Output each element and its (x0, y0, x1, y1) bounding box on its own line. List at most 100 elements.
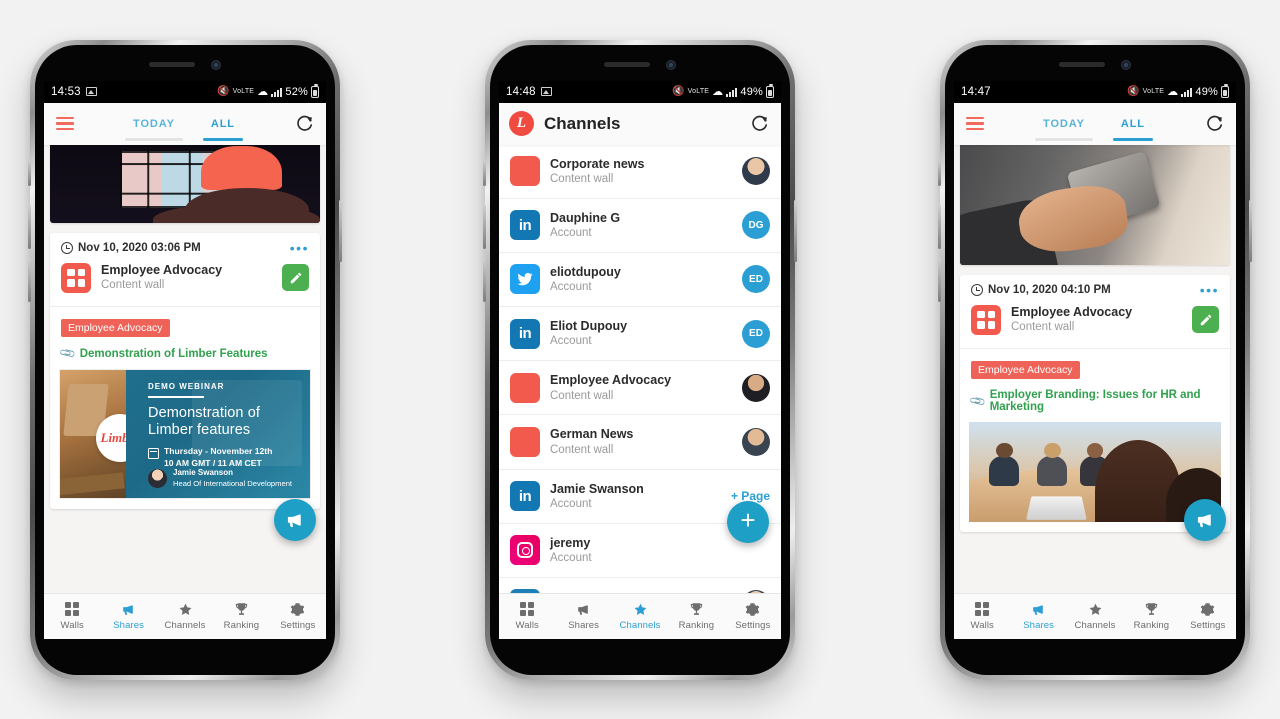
clock-icon (61, 241, 73, 254)
phone2-mute-button[interactable] (483, 159, 486, 186)
post-wall-row[interactable]: Employee Advocacy Content wall (960, 301, 1230, 350)
edit-button[interactable] (1192, 306, 1219, 334)
refresh-icon[interactable] (749, 114, 769, 134)
phone2-power-button[interactable] (794, 199, 797, 262)
phone1-volume-down-button[interactable] (28, 257, 31, 302)
nav-item-shares[interactable]: Shares (555, 601, 611, 631)
list-item[interactable]: Employee Advocacy Content wall (499, 361, 781, 416)
refresh-icon[interactable] (1204, 114, 1224, 134)
webinar-author-name: Jamie Swanson (173, 468, 234, 478)
nav-item-shares[interactable]: Shares (1010, 601, 1066, 631)
feed-post-card[interactable]: Nov 10, 2020 04:10 PM ••• Employee Advoc… (960, 274, 1230, 533)
nav-item-walls[interactable]: Walls (44, 601, 100, 631)
calendar-icon (148, 448, 159, 460)
avatar (742, 157, 770, 186)
webinar-photo-left: Limber (60, 370, 126, 499)
list-item[interactable]: Corporate news Content wall (499, 145, 781, 199)
meeting-room-image[interactable] (969, 422, 1221, 523)
bottom-navigation: Walls Shares Channels Ranking Settings (499, 592, 781, 639)
hamburger-menu-icon[interactable] (966, 116, 984, 131)
post-link-row[interactable]: 📎 Demonstration of Limber Features (50, 337, 320, 369)
nav-item-walls[interactable]: Walls (954, 601, 1010, 631)
post-link-row[interactable]: 📎 Employer Branding: Issues for HR and M… (960, 379, 1230, 422)
feed-post-card[interactable]: Nov 10, 2020 03:06 PM ••• Employee Advoc… (50, 232, 320, 510)
nav-item-walls[interactable]: Walls (499, 601, 555, 631)
phone2-volume-up-button[interactable] (483, 204, 486, 249)
post-meta: Nov 10, 2020 04:10 PM ••• (960, 275, 1230, 301)
list-item[interactable]: German News Content wall (499, 415, 781, 470)
channel-name: Employee Advocacy (550, 373, 672, 388)
feed-scroll-area[interactable]: Nov 10, 2020 03:06 PM ••• Employee Advoc… (44, 144, 326, 593)
phone3-volume-down-button[interactable] (938, 257, 941, 302)
phone3-mute-button[interactable] (938, 159, 941, 186)
channels-app-bar: L Channels (499, 102, 781, 145)
webinar-title-line2: Limber features (148, 422, 251, 439)
nav-label-shares: Shares (1023, 620, 1054, 631)
channel-text: Eliot Dupouy Account (550, 318, 627, 349)
nav-item-settings[interactable]: Settings (1180, 601, 1236, 631)
nav-item-ranking[interactable]: Ranking (213, 601, 269, 631)
channel-trailing (742, 428, 770, 457)
post-wall-row[interactable]: Employee Advocacy Content wall (50, 259, 320, 308)
refresh-icon[interactable] (294, 114, 314, 134)
limber-logo-icon[interactable]: L (509, 111, 534, 136)
phone3-volume-up-button[interactable] (938, 204, 941, 249)
walls-grid-icon (65, 601, 80, 617)
feed-card-image-top[interactable] (960, 144, 1230, 265)
phone1-screen: 14:53 🔇 VoLTE ☁ 52% TODAY ALL Nov 10, 20… (44, 80, 326, 639)
nav-item-shares[interactable]: Shares (100, 601, 156, 631)
list-item[interactable]: eliotdupouy Account ED (499, 253, 781, 308)
post-overflow-menu-icon[interactable]: ••• (1200, 283, 1219, 297)
app-root-3: TODAY ALL Nov 10, 2020 04:10 PM ••• Empl… (954, 102, 1236, 639)
share-fab-button[interactable] (1184, 498, 1226, 541)
share-fab-button[interactable] (274, 498, 316, 541)
tab-today[interactable]: TODAY (125, 103, 183, 145)
nav-item-settings[interactable]: Settings (270, 601, 326, 631)
channels-scroll-area[interactable]: Corporate news Content wall in Dauphine … (499, 144, 781, 593)
phone2-volume-down-button[interactable] (483, 257, 486, 302)
phone-device-2: 14:48 🔇 VoLTE ☁ 49% L Channels Corporate… (483, 39, 797, 680)
content-wall-icon (510, 156, 540, 187)
webinar-title-line1: Demonstration of (148, 405, 261, 422)
battery-icon (311, 83, 319, 98)
linkedin-icon: in (510, 210, 540, 241)
wall-text: Employee Advocacy Content wall (101, 263, 222, 294)
tab-all[interactable]: ALL (1112, 103, 1154, 145)
post-link-title[interactable]: Employer Branding: Issues for HR and Mar… (990, 389, 1219, 413)
list-item-partial[interactable]: in (499, 578, 781, 593)
paperclip-icon: 📎 (969, 392, 988, 411)
phone1-volume-up-button[interactable] (28, 204, 31, 249)
phone1-power-button[interactable] (339, 199, 342, 262)
feed-scroll-area[interactable]: Nov 10, 2020 04:10 PM ••• Employee Advoc… (954, 144, 1236, 593)
nav-item-settings[interactable]: Settings (725, 601, 781, 631)
list-item[interactable]: in Eliot Dupouy Account ED (499, 307, 781, 362)
nav-item-channels[interactable]: Channels (157, 601, 213, 631)
nav-item-ranking[interactable]: Ranking (1123, 601, 1179, 631)
webinar-banner-image[interactable]: Limber DEMO WEBINAR Demonstration of Lim… (59, 369, 311, 500)
nav-label-ranking: Ranking (223, 620, 260, 631)
paperclip-icon: 📎 (59, 345, 78, 363)
nav-item-channels[interactable]: Channels (1067, 601, 1123, 631)
tab-all[interactable]: ALL (202, 103, 244, 145)
add-channel-fab-button[interactable]: + (727, 500, 769, 543)
phone1-body: 14:53 🔇 VoLTE ☁ 52% TODAY ALL Nov 10, 20… (35, 44, 335, 675)
status-time: 14:48 (506, 85, 536, 98)
hand-holding-phone-image (960, 144, 1230, 265)
phone1-mute-button[interactable] (28, 159, 31, 186)
content-wall-icon (510, 427, 540, 458)
list-item[interactable]: in Dauphine G Account DG (499, 199, 781, 253)
nav-item-ranking[interactable]: Ranking (668, 601, 724, 631)
phone3-power-button[interactable] (1249, 199, 1252, 262)
feed-card-image-top[interactable] (50, 144, 320, 223)
edit-button[interactable] (282, 264, 309, 292)
front-camera-icon (1121, 59, 1131, 70)
instagram-icon (510, 535, 540, 566)
status-time: 14:53 (51, 85, 81, 98)
channel-name: Dauphine G (550, 210, 621, 225)
post-link-title[interactable]: Demonstration of Limber Features (80, 348, 268, 360)
hamburger-menu-icon[interactable] (56, 116, 74, 131)
tab-today[interactable]: TODAY (1035, 103, 1093, 145)
nav-item-channels[interactable]: Channels (612, 601, 668, 631)
channel-name: Corporate news (550, 156, 645, 171)
post-overflow-menu-icon[interactable]: ••• (290, 241, 309, 255)
